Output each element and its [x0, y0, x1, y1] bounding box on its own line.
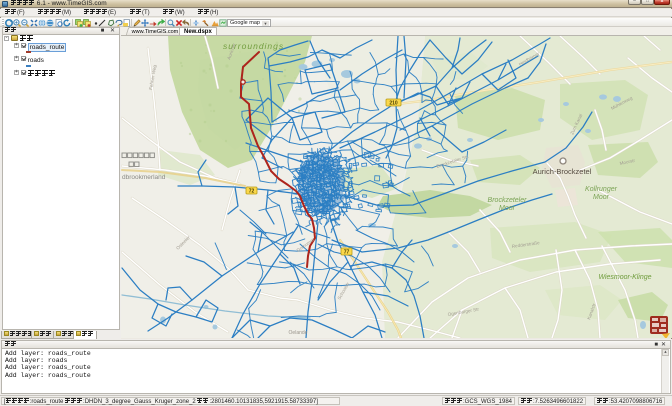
svg-text:210: 210 [389, 100, 398, 106]
svg-text:77: 77 [344, 249, 350, 255]
svg-text:72: 72 [249, 188, 255, 194]
svg-text:Brockzeteler: Brockzeteler [488, 197, 528, 204]
svg-text:Moor: Moor [593, 194, 610, 201]
svg-text:dbrookmerland: dbrookmerland [122, 174, 166, 181]
svg-text:Kollrunger: Kollrunger [585, 186, 618, 193]
svg-text:Moor: Moor [499, 205, 516, 212]
svg-text:Aurich-Brockzetel: Aurich-Brockzetel [533, 167, 592, 176]
svg-text:Wiesmoor-Klinge: Wiesmoor-Klinge [598, 274, 651, 281]
svg-text:Oelande: Oelande [289, 330, 308, 336]
